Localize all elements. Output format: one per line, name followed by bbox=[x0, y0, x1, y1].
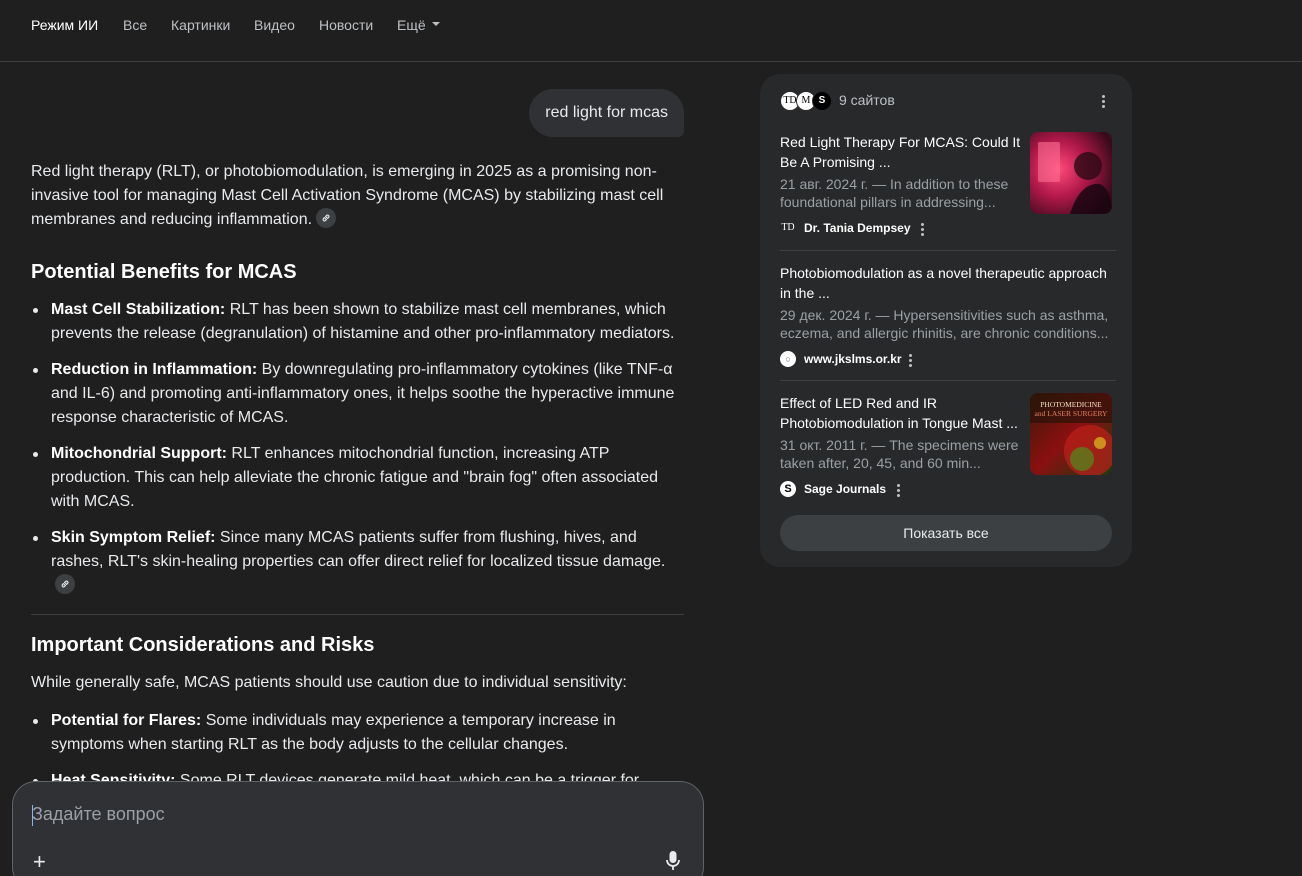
text-cursor bbox=[32, 805, 33, 826]
source-thumbnail bbox=[1030, 132, 1112, 214]
benefits-list: Mast Cell Stabilization: RLT has been sh… bbox=[31, 298, 684, 598]
thumb-journal-title: PHOTOMEDICINE bbox=[1040, 400, 1102, 409]
answer-intro-text: Red light therapy (RLT), or photobiomodu… bbox=[31, 163, 664, 228]
list-item: Mitochondrial Support: RLT enhances mito… bbox=[31, 442, 684, 514]
show-all-button[interactable]: Показать все bbox=[780, 515, 1112, 551]
ask-composer[interactable]: Задайте вопрос + bbox=[12, 781, 704, 876]
site-favicon: TD bbox=[780, 220, 796, 236]
site-name: www.jkslms.or.kr bbox=[804, 352, 902, 366]
list-item-term: Skin Symptom Relief: bbox=[51, 529, 216, 546]
add-attachment-button[interactable]: + bbox=[33, 851, 46, 873]
list-item: Mast Cell Stabilization: RLT has been sh… bbox=[31, 298, 684, 346]
source-thumbnail: PHOTOMEDICINE and LASER SURGERY bbox=[1030, 393, 1112, 475]
source-card-title[interactable]: Effect of LED Red and IR Photobiomodulat… bbox=[780, 393, 1024, 433]
tab-ai-mode[interactable]: Режим ИИ bbox=[31, 16, 98, 34]
list-item-term: Potential for Flares: bbox=[51, 712, 202, 729]
more-options-icon[interactable] bbox=[921, 223, 925, 238]
source-card[interactable]: Red Light Therapy For MCAS: Could It Be … bbox=[780, 132, 1116, 242]
section-heading-risks: Important Considerations and Risks bbox=[31, 634, 375, 656]
list-item: Potential for Flares: Some individuals m… bbox=[31, 709, 684, 757]
source-card-site[interactable]: TD Dr. Tania Dempsey bbox=[780, 220, 980, 236]
ai-answer: Red light therapy (RLT), or photobiomodu… bbox=[31, 160, 684, 805]
section-heading-benefits: Potential Benefits for MCAS bbox=[31, 261, 297, 283]
more-options-icon[interactable] bbox=[897, 484, 901, 499]
source-card-snippet: 21 авг. 2024 г. — In addition to these f… bbox=[780, 176, 1009, 210]
more-options-icon[interactable] bbox=[1102, 95, 1106, 110]
source-favicon: S bbox=[812, 91, 832, 111]
site-name: Sage Journals bbox=[804, 482, 887, 496]
list-item-term: Mitochondrial Support: bbox=[51, 445, 227, 462]
answer-intro: Red light therapy (RLT), or photobiomodu… bbox=[31, 160, 684, 232]
source-card-site[interactable]: ○ www.jkslms.or.kr bbox=[780, 351, 980, 367]
tab-more[interactable]: Ещё bbox=[397, 16, 440, 34]
source-card-snippet: 31 окт. 2011 г. — The specimens were tak… bbox=[780, 437, 1019, 471]
source-card[interactable]: Photobiomodulation as a novel therapeuti… bbox=[780, 263, 1116, 373]
tab-all[interactable]: Все bbox=[123, 16, 147, 34]
tab-videos[interactable]: Видео bbox=[254, 16, 295, 34]
source-card-title[interactable]: Photobiomodulation as a novel therapeuti… bbox=[780, 263, 1116, 303]
list-item: Skin Symptom Relief: Since many MCAS pat… bbox=[31, 526, 684, 598]
tab-more-label: Ещё bbox=[397, 17, 426, 33]
card-divider bbox=[780, 380, 1116, 381]
microphone-icon[interactable] bbox=[665, 850, 681, 876]
top-nav: Режим ИИ Все Картинки Видео Новости Ещё bbox=[0, 0, 1302, 62]
source-card-site[interactable]: S Sage Journals bbox=[780, 481, 980, 497]
chevron-down-icon bbox=[431, 22, 440, 27]
list-item-term: Reduction in Inflammation: bbox=[51, 361, 258, 378]
source-card-snippet: 29 дек. 2024 г. — Hypersensitivities suc… bbox=[780, 307, 1109, 341]
risks-intro: While generally safe, MCAS patients shou… bbox=[31, 674, 627, 691]
link-icon[interactable] bbox=[316, 207, 337, 228]
source-card[interactable]: Effect of LED Red and IR Photobiomodulat… bbox=[780, 393, 1116, 503]
list-item-term: Mast Cell Stabilization: bbox=[51, 301, 226, 318]
ai-answer-column: red light for mcas Red light therapy (RL… bbox=[31, 62, 684, 876]
site-name: Dr. Tania Dempsey bbox=[804, 221, 911, 235]
site-favicon: ○ bbox=[780, 351, 796, 367]
user-query-bubble: red light for mcas bbox=[529, 89, 684, 137]
site-favicon: S bbox=[780, 481, 796, 497]
sources-header[interactable]: TD M S 9 сайтов bbox=[780, 90, 1112, 112]
tab-images[interactable]: Картинки bbox=[171, 16, 230, 34]
card-divider bbox=[780, 250, 1116, 251]
link-icon[interactable] bbox=[55, 573, 75, 594]
source-card-title[interactable]: Red Light Therapy For MCAS: Could It Be … bbox=[780, 132, 1024, 172]
ask-input-placeholder[interactable]: Задайте вопрос bbox=[32, 804, 165, 825]
sources-panel: TD M S 9 сайтов Red Light Therapy For MC… bbox=[760, 74, 1132, 567]
thumb-journal-subtitle: and LASER SURGERY bbox=[1035, 409, 1109, 418]
more-options-icon[interactable] bbox=[909, 354, 913, 369]
section-divider bbox=[31, 614, 684, 615]
list-item: Reduction in Inflammation: By downregula… bbox=[31, 358, 684, 430]
tab-news[interactable]: Новости bbox=[319, 16, 373, 34]
sources-count: 9 сайтов bbox=[839, 92, 895, 108]
